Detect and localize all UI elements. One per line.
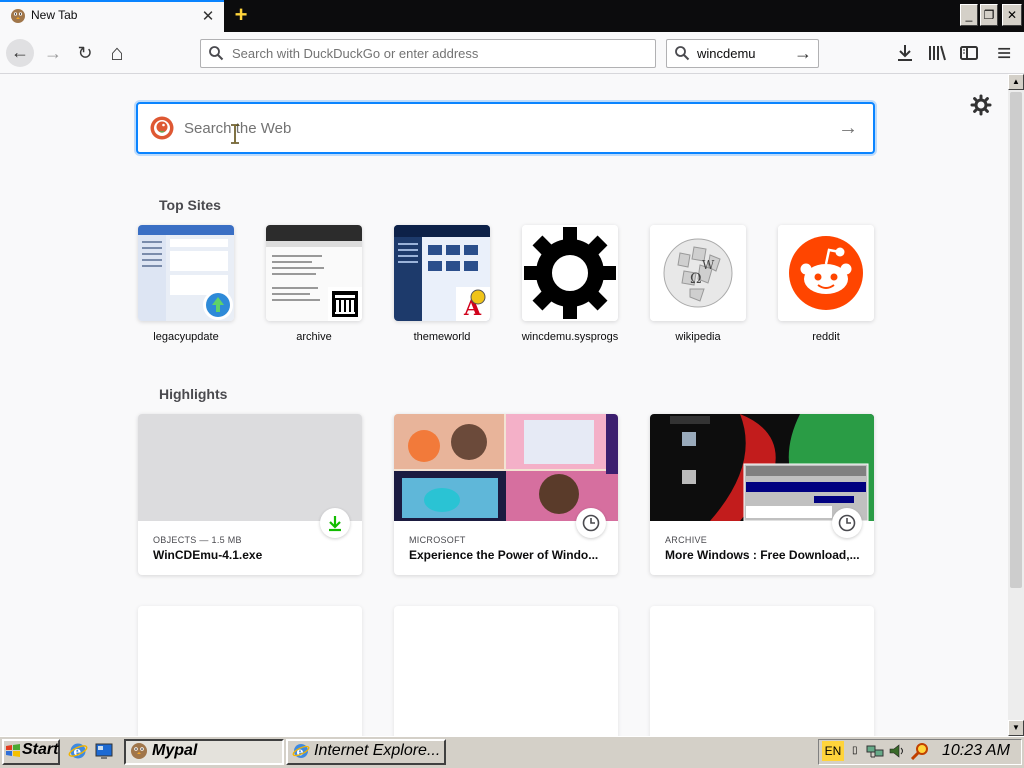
highlights-heading: Highlights — [159, 386, 228, 402]
highlight-card-wincdemu[interactable]: OBJECTS — 1.5 MB WinCDEmu-4.1.exe — [138, 414, 362, 575]
svg-text:W: W — [702, 258, 715, 272]
highlight-title: Experience the Power of Windo... — [409, 548, 599, 562]
forward-button[interactable]: → — [40, 40, 66, 66]
history-badge — [832, 508, 862, 538]
top-site-legacyupdate[interactable] — [138, 225, 234, 321]
top-site-label: legacyupdate — [153, 331, 219, 343]
gear-icon — [522, 225, 618, 321]
top-site-wikipedia[interactable]: Ω W — [650, 225, 746, 321]
hamburger-menu-icon[interactable] — [994, 40, 1016, 66]
web-search-go-arrow-icon[interactable]: → — [838, 117, 860, 139]
show-desktop-icon[interactable] — [94, 741, 114, 761]
taskbar-internet-explorer-label: Internet Explore... — [314, 742, 441, 759]
highlight-thumbnail — [650, 414, 874, 521]
themeworld-thumbnail: A — [394, 225, 490, 321]
tab-new-tab[interactable]: New Tab ✕ — [0, 0, 224, 32]
back-button[interactable]: ← — [6, 39, 34, 67]
search-tray-icon[interactable] — [910, 742, 930, 760]
empty-highlight-card — [394, 606, 618, 746]
tab-title: New Tab — [31, 8, 78, 22]
top-site-label: themeworld — [413, 331, 471, 343]
internet-explorer-icon[interactable]: e — [68, 741, 88, 761]
sidebar-icon[interactable] — [956, 40, 982, 66]
highlight-source: MICROSOFT — [409, 535, 466, 545]
wikipedia-icon: Ω W — [650, 225, 746, 321]
svg-text:Ω: Ω — [690, 271, 702, 287]
scroll-up-arrow-icon[interactable]: ▲ — [1008, 74, 1024, 90]
archive-thumbnail — [266, 225, 362, 321]
reddit-icon — [778, 225, 874, 321]
highlight-thumbnail — [138, 414, 362, 521]
address-placeholder: Search with DuckDuckGo or enter address — [232, 46, 479, 61]
highlight-card-microsoft[interactable]: MICROSOFT Experience the Power of Windo.… — [394, 414, 618, 575]
language-indicator[interactable]: EN — [822, 741, 844, 761]
duckduckgo-icon — [150, 116, 174, 140]
scrollbar-thumb[interactable] — [1010, 92, 1022, 588]
download-icon[interactable] — [892, 40, 918, 66]
top-site-label: archive — [296, 331, 332, 343]
scroll-down-arrow-icon[interactable]: ▼ — [1008, 720, 1024, 736]
highlight-card-archive[interactable]: ARCHIVE More Windows : Free Download,... — [650, 414, 874, 575]
taskbar-mypal-button[interactable] — [124, 739, 284, 765]
start-label: Start — [22, 741, 59, 758]
taskbar-mypal-label: Mypal — [152, 742, 198, 759]
search-icon — [675, 46, 690, 61]
volume-icon[interactable] — [888, 742, 906, 760]
highlight-source: ARCHIVE — [665, 535, 708, 545]
highlight-title: WinCDEmu-4.1.exe — [153, 548, 263, 562]
new-tab-button[interactable]: + — [230, 4, 252, 26]
minimize-button[interactable]: _ — [960, 4, 978, 26]
taskbar-clock: 10:23 AM — [942, 742, 1010, 759]
reload-button[interactable]: ↻ — [72, 40, 98, 66]
mypal-icon — [131, 743, 147, 759]
home-button[interactable]: ⌂ — [104, 40, 130, 66]
gear-icon[interactable] — [970, 94, 992, 116]
top-site-reddit[interactable] — [778, 225, 874, 321]
close-tab-icon[interactable]: ✕ — [200, 7, 216, 25]
clock-icon — [838, 514, 856, 532]
clock-icon — [582, 514, 600, 532]
mypal-icon — [11, 9, 25, 23]
windows-logo-icon — [6, 744, 20, 757]
top-site-archive[interactable] — [266, 225, 362, 321]
top-site-wincdemu[interactable] — [522, 225, 618, 321]
highlight-title: More Windows : Free Download,... — [665, 548, 860, 562]
search-bar-value: wincdemu — [697, 46, 756, 61]
legacyupdate-thumbnail — [138, 225, 234, 321]
text-cursor-icon — [231, 124, 239, 144]
library-icon[interactable] — [924, 40, 950, 66]
history-badge — [576, 508, 606, 538]
maximize-button[interactable]: ❐ — [980, 4, 998, 26]
download-icon — [329, 516, 341, 532]
highlight-source: OBJECTS — 1.5 MB — [153, 535, 242, 545]
network-icon[interactable] — [866, 742, 884, 760]
top-sites-heading: Top Sites — [159, 197, 221, 213]
empty-highlight-card — [138, 606, 362, 746]
search-go-arrow-icon[interactable]: → — [794, 44, 814, 62]
internet-explorer-icon: e — [292, 744, 310, 759]
download-badge — [320, 508, 350, 538]
top-site-label: reddit — [812, 331, 840, 343]
tray-expander-icon[interactable]: ▯ — [852, 745, 860, 759]
search-icon — [209, 46, 224, 61]
close-window-button[interactable]: ✕ — [1002, 4, 1022, 26]
top-site-themeworld[interactable]: A — [394, 225, 490, 321]
top-site-label: wincdemu.sysprogs — [521, 331, 619, 343]
empty-highlight-card — [650, 606, 874, 746]
top-site-label: wikipedia — [675, 331, 721, 343]
highlight-thumbnail — [394, 414, 618, 521]
